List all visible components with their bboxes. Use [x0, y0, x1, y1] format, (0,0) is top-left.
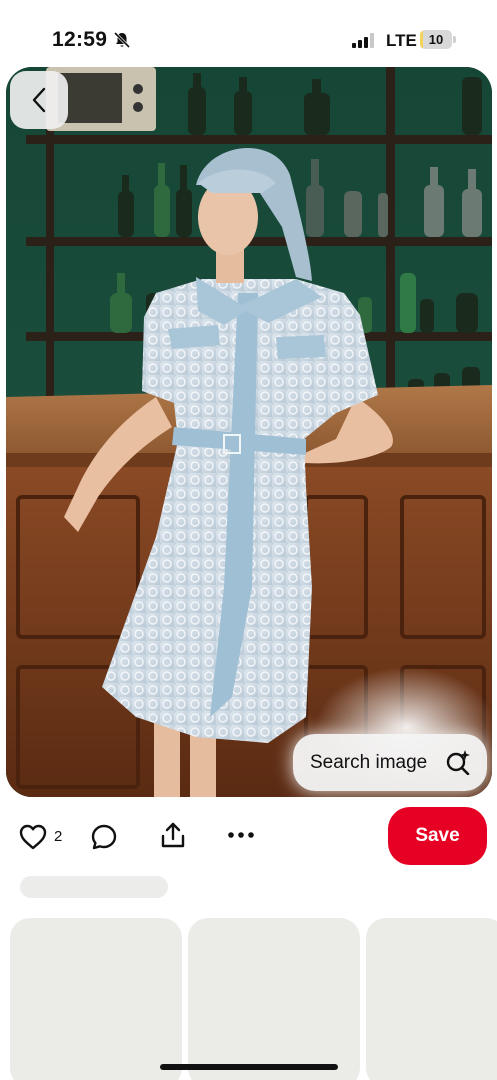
- like-count: 2: [54, 828, 63, 845]
- save-button[interactable]: Save: [388, 807, 487, 865]
- search-image-button[interactable]: Search image: [293, 734, 487, 791]
- status-bar: 12:59 LTE 10: [0, 0, 497, 66]
- comment-icon[interactable]: [90, 823, 118, 851]
- photo-illustration: [6, 67, 492, 797]
- battery-icon: 10: [420, 30, 456, 49]
- related-pin-placeholder[interactable]: [10, 918, 182, 1080]
- bell-slash-icon: [113, 31, 131, 49]
- signal-icon: [352, 33, 374, 48]
- action-row: 2 Save: [0, 800, 497, 875]
- related-pin-placeholder[interactable]: [366, 918, 497, 1080]
- chevron-left-icon: [32, 87, 46, 113]
- share-icon[interactable]: [159, 821, 187, 849]
- battery-level: 10: [428, 32, 444, 47]
- network-label: LTE: [386, 31, 417, 50]
- status-time: 12:59: [52, 28, 108, 51]
- heart-icon[interactable]: [19, 824, 47, 850]
- related-pin-placeholder[interactable]: [188, 918, 360, 1080]
- title-placeholder: [20, 876, 168, 898]
- search-image-label: Search image: [310, 751, 428, 773]
- back-button[interactable]: [10, 71, 68, 129]
- visual-search-sparkle-icon: [446, 750, 470, 775]
- more-icon[interactable]: [227, 830, 255, 840]
- home-indicator[interactable]: [160, 1064, 338, 1070]
- pin-image[interactable]: [6, 67, 492, 797]
